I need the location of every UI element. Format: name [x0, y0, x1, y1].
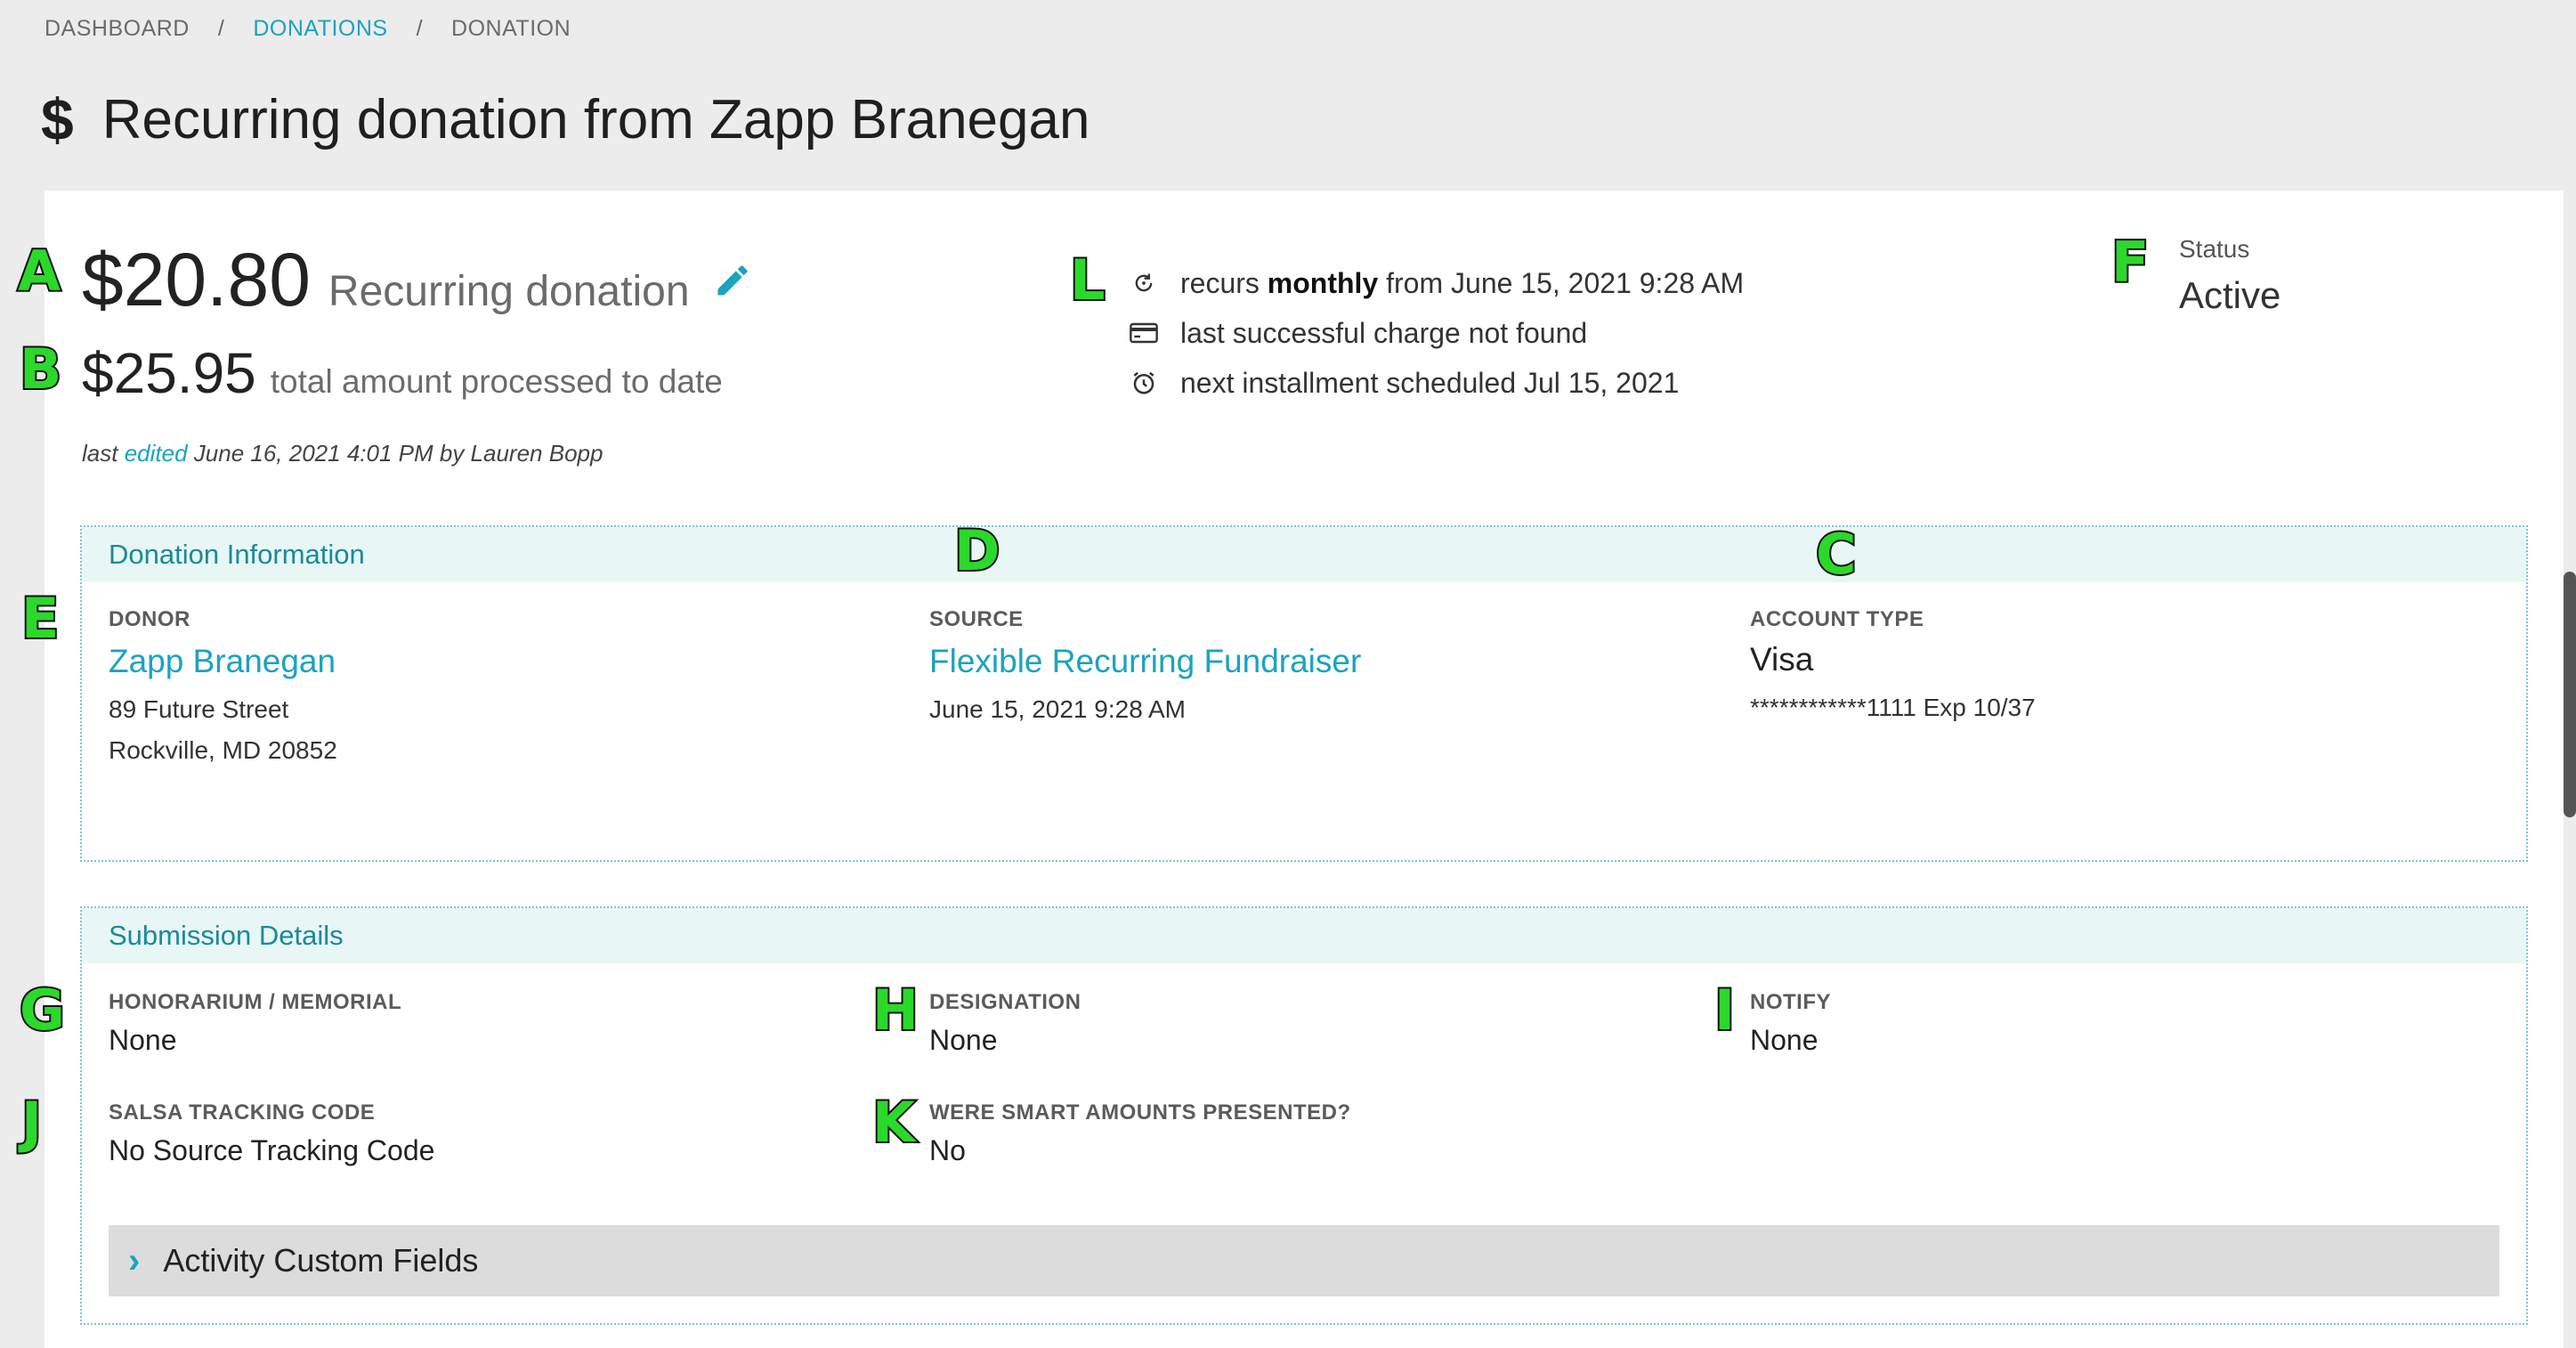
total-processed-amount: $25.95 [82, 341, 256, 405]
breadcrumb: DASHBOARD / DONATIONS / DONATION [45, 16, 571, 42]
breadcrumb-donations[interactable]: DONATIONS [253, 16, 387, 42]
honorarium-label: HONORARIUM / MEMORIAL [109, 990, 402, 1014]
page-title: $ Recurring donation from Zapp Branegan [41, 85, 1090, 153]
marker-l: L [1068, 248, 1106, 313]
tracking-code-value: No Source Tracking Code [109, 1134, 435, 1166]
recurring-amount: $20.80 [82, 238, 311, 321]
recurs-frequency: monthly [1267, 266, 1379, 299]
honorarium-field: HONORARIUM / MEMORIAL None [109, 990, 401, 1057]
marker-e: E [20, 586, 61, 651]
submission-details-header: Submission Details [82, 908, 2526, 963]
recurs-prefix: recurs [1180, 266, 1260, 299]
tracking-code-label: SALSA TRACKING CODE [109, 1100, 376, 1125]
last-edited: last edited June 16, 2021 4:01 PM by Lau… [82, 440, 603, 467]
marker-b: B [18, 337, 63, 402]
last-charge-item: last successful charge not found [1129, 308, 1744, 358]
smart-amounts-label: WERE SMART AMOUNTS PRESENTED? [929, 1100, 1351, 1125]
designation-field: DESIGNATION None [929, 990, 1081, 1057]
source-label: SOURCE [929, 607, 1024, 631]
marker-c: C [1814, 522, 1858, 587]
recurs-item: recurs monthly from June 15, 2021 9:28 A… [1129, 258, 1744, 308]
next-installment-item: next installment scheduled Jul 15, 2021 [1129, 358, 1744, 408]
marker-h: H [871, 978, 920, 1043]
page-title-text: Recurring donation from Zapp Branegan [101, 88, 1090, 150]
account-type-label: ACCOUNT TYPE [1750, 607, 1924, 631]
recurring-amount-label: Recurring donation [328, 268, 690, 315]
breadcrumb-donation: DONATION [451, 16, 571, 41]
recurs-suffix: from June 15, 2021 9:28 AM [1386, 266, 1745, 299]
dollar-icon: $ [41, 86, 74, 152]
status-block: Status Active [2179, 235, 2280, 317]
donor-address-line2: Rockville, MD 20852 [109, 736, 337, 764]
total-processed-row: $25.95 total amount processed to date [82, 340, 723, 406]
marker-a: A [16, 239, 62, 304]
donor-field: DONOR Zapp Branegan 89 Future Street Roc… [109, 607, 337, 771]
donation-information-header: Donation Information [82, 527, 2526, 582]
breadcrumb-separator: / [217, 16, 225, 41]
edited-link[interactable]: edited [125, 440, 188, 467]
marker-j: J [20, 1090, 44, 1155]
source-field: SOURCE Flexible Recurring Fundraiser Jun… [929, 607, 1361, 730]
donor-name-link[interactable]: Zapp Branegan [109, 643, 337, 680]
account-type-value: Visa [1750, 641, 1814, 678]
activity-custom-fields-label: Activity Custom Fields [163, 1242, 479, 1279]
marker-f: F [2110, 230, 2151, 295]
last-edited-suffix: June 16, 2021 4:01 PM by Lauren Bopp [193, 440, 603, 467]
credit-card-icon [1129, 318, 1159, 348]
marker-i: I [1713, 978, 1737, 1043]
last-edited-prefix: last [82, 440, 118, 467]
account-type-field: ACCOUNT TYPE Visa ************1111 Exp 1… [1750, 607, 2036, 728]
alarm-clock-icon [1129, 368, 1159, 398]
designation-label: DESIGNATION [929, 990, 1081, 1014]
submission-details-section: Submission Details H I K HONORARIUM / ME… [80, 906, 2528, 1325]
notify-label: NOTIFY [1750, 990, 1831, 1014]
donor-address: 89 Future Street Rockville, MD 20852 [109, 689, 337, 771]
chevron-right-icon: › [128, 1240, 141, 1280]
account-number: ************1111 Exp 10/37 [1750, 694, 2036, 721]
source-date: June 15, 2021 9:28 AM [929, 695, 1186, 723]
breadcrumb-dashboard[interactable]: DASHBOARD [45, 16, 190, 42]
status-value: Active [2179, 274, 2281, 316]
donation-card: A B L F $20.80 Recurring donation $25.95… [16, 191, 2564, 1348]
breadcrumb-separator: / [416, 16, 424, 41]
total-processed-label: total amount processed to date [270, 363, 723, 400]
recurring-icon [1129, 268, 1159, 298]
smart-amounts-value: No [929, 1134, 966, 1166]
last-charge-text: last successful charge not found [1180, 316, 1588, 349]
smart-amounts-field: WERE SMART AMOUNTS PRESENTED? No [929, 1100, 1351, 1167]
next-installment-text: next installment scheduled Jul 15, 2021 [1180, 366, 1680, 399]
marker-g: G [18, 978, 67, 1043]
status-label: Status [2179, 235, 2250, 263]
honorarium-value: None [109, 1024, 177, 1056]
donor-address-line1: 89 Future Street [109, 695, 289, 723]
marker-k: K [871, 1090, 917, 1155]
notify-value: None [1750, 1024, 1819, 1056]
activity-custom-fields-toggle[interactable]: › Activity Custom Fields [109, 1225, 2499, 1296]
marker-d: D [952, 518, 1002, 583]
notify-field: NOTIFY None [1750, 990, 1831, 1057]
pencil-icon[interactable] [713, 261, 752, 300]
donation-information-section: Donation Information D C DONOR Zapp Bran… [80, 518, 2528, 862]
tracking-code-field: SALSA TRACKING CODE No Source Tracking C… [109, 1100, 434, 1167]
designation-value: None [929, 1024, 998, 1056]
scrollbar[interactable] [2564, 572, 2576, 817]
donor-label: DONOR [109, 607, 190, 631]
recurrence-info: recurs monthly from June 15, 2021 9:28 A… [1129, 258, 1744, 408]
source-link[interactable]: Flexible Recurring Fundraiser [929, 643, 1361, 680]
recurring-amount-row: $20.80 Recurring donation [82, 237, 752, 323]
